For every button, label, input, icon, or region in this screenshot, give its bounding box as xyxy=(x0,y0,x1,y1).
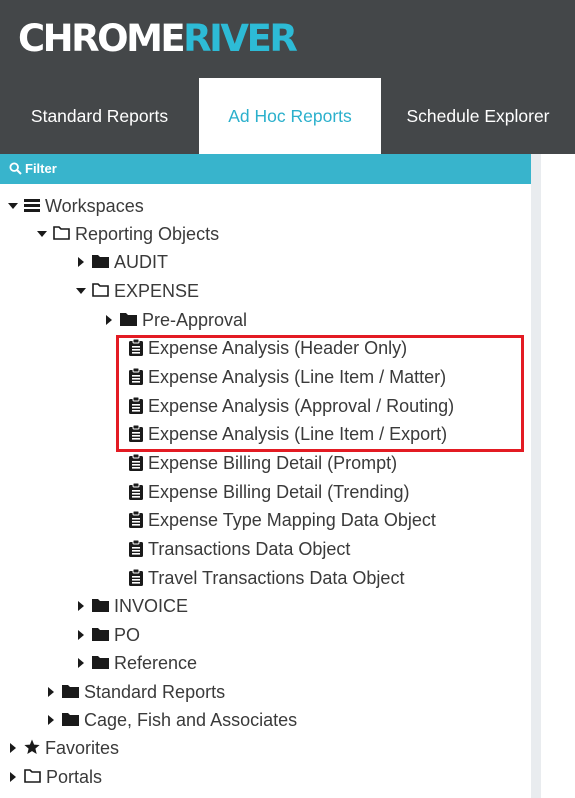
tree-label: Portals xyxy=(46,767,103,787)
filter-bar[interactable]: Filter xyxy=(0,154,531,184)
chrome-river-logo: CHROMERIVER xyxy=(18,17,298,60)
tree-node-audit[interactable]: AUDIT xyxy=(76,248,168,276)
tree-label: INVOICE xyxy=(114,596,189,616)
tree-label: PO xyxy=(114,625,141,645)
clipboard-icon xyxy=(129,482,143,500)
tree-node-workspaces[interactable]: Workspaces xyxy=(8,192,144,220)
tree-label: Expense Billing Detail (Trending) xyxy=(148,482,410,502)
tree-label: Expense Analysis (Approval / Routing) xyxy=(148,396,455,416)
tree-label: Expense Analysis (Line Item / Export) xyxy=(148,424,448,444)
tree-label: Cage, Fish and Associates xyxy=(84,710,298,730)
tree-node-invoice[interactable]: INVOICE xyxy=(76,592,188,620)
tree-label: AUDIT xyxy=(114,252,168,272)
clipboard-icon xyxy=(129,424,143,442)
tree-label: Expense Billing Detail (Prompt) xyxy=(148,453,398,473)
app-header: CHROMERIVER xyxy=(0,0,575,78)
tree-item-report[interactable]: Transactions Data Object xyxy=(129,535,350,563)
folder-open-icon xyxy=(24,769,41,784)
caret-right-icon[interactable] xyxy=(78,658,84,669)
caret-right-icon[interactable] xyxy=(48,715,54,726)
tree-node-expense[interactable]: EXPENSE xyxy=(76,277,199,305)
caret-right-icon[interactable] xyxy=(48,687,54,698)
folder-icon xyxy=(92,628,109,642)
tree-item-report[interactable]: Travel Transactions Data Object xyxy=(129,564,404,592)
clipboard-icon xyxy=(129,396,143,414)
tree-label: Reference xyxy=(114,653,198,673)
tree-label: Expense Analysis (Header Only) xyxy=(148,338,408,358)
search-icon xyxy=(9,162,22,175)
tree-item-report[interactable]: Expense Analysis (Header Only) xyxy=(129,334,407,362)
clipboard-icon xyxy=(129,568,143,586)
reports-tree: Workspaces Reporting Objects AUDIT EXPEN… xyxy=(0,184,531,798)
tree-item-report[interactable]: Expense Analysis (Approval / Routing) xyxy=(129,392,454,420)
tree-item-report[interactable]: Expense Type Mapping Data Object xyxy=(129,506,436,534)
tree-label: Pre-Approval xyxy=(142,310,248,330)
tree-item-report[interactable]: Expense Billing Detail (Prompt) xyxy=(129,449,397,477)
caret-right-icon[interactable] xyxy=(78,601,84,612)
tree-node-portals[interactable]: Portals xyxy=(8,763,102,791)
caret-right-icon[interactable] xyxy=(10,743,16,754)
tree-label: Expense Analysis (Line Item / Matter) xyxy=(148,367,447,387)
folder-icon xyxy=(62,713,79,727)
caret-right-icon[interactable] xyxy=(10,772,16,783)
tree-node-pre-approval[interactable]: Pre-Approval xyxy=(104,306,247,334)
folder-icon xyxy=(92,656,109,670)
tree-label: Workspaces xyxy=(45,196,144,216)
caret-right-icon[interactable] xyxy=(78,630,84,641)
clipboard-icon xyxy=(129,338,143,356)
folder-icon xyxy=(92,255,109,269)
pane-divider[interactable] xyxy=(531,154,541,798)
tree-node-standard-reports[interactable]: Standard Reports xyxy=(46,678,225,706)
tree-label: Travel Transactions Data Object xyxy=(148,568,405,588)
tab-standard-reports[interactable]: Standard Reports xyxy=(0,78,199,154)
folder-icon xyxy=(120,313,137,327)
caret-down-icon[interactable] xyxy=(76,288,86,295)
filter-label: Filter xyxy=(25,161,57,176)
folder-open-icon xyxy=(53,226,70,241)
clipboard-icon xyxy=(129,510,143,528)
list-icon xyxy=(24,198,40,212)
caret-right-icon[interactable] xyxy=(106,315,112,326)
caret-down-icon[interactable] xyxy=(37,231,47,238)
report-tabs: Standard Reports Ad Hoc Reports Schedule… xyxy=(0,78,575,154)
tree-item-report[interactable]: Expense Analysis (Line Item / Export) xyxy=(129,420,447,448)
tree-node-cage-fish[interactable]: Cage, Fish and Associates xyxy=(46,706,297,734)
caret-right-icon[interactable] xyxy=(78,257,84,268)
tree-label: Expense Type Mapping Data Object xyxy=(148,510,436,530)
tree-label: Favorites xyxy=(45,738,120,758)
clipboard-icon xyxy=(129,367,143,385)
report-content-pane xyxy=(541,154,575,798)
tree-node-reference[interactable]: Reference xyxy=(76,649,197,677)
tree-item-report[interactable]: Expense Analysis (Line Item / Matter) xyxy=(129,363,446,391)
tree-label: EXPENSE xyxy=(114,281,200,301)
tab-schedule-explorer[interactable]: Schedule Explorer xyxy=(381,78,575,154)
tree-label: Transactions Data Object xyxy=(148,539,351,559)
clipboard-icon xyxy=(129,453,143,471)
tree-node-po[interactable]: PO xyxy=(76,621,140,649)
tree-node-reporting-objects[interactable]: Reporting Objects xyxy=(37,220,219,248)
tree-label: Standard Reports xyxy=(84,682,226,702)
tree-node-favorites[interactable]: Favorites xyxy=(8,734,119,762)
folder-icon xyxy=(62,685,79,699)
caret-down-icon[interactable] xyxy=(8,203,18,210)
star-icon xyxy=(24,739,40,755)
clipboard-icon xyxy=(129,539,143,557)
folder-open-icon xyxy=(92,283,109,298)
tree-item-report[interactable]: Expense Billing Detail (Trending) xyxy=(129,478,409,506)
folder-icon xyxy=(92,599,109,613)
tree-label: Reporting Objects xyxy=(75,224,220,244)
tab-ad-hoc-reports[interactable]: Ad Hoc Reports xyxy=(199,78,381,154)
